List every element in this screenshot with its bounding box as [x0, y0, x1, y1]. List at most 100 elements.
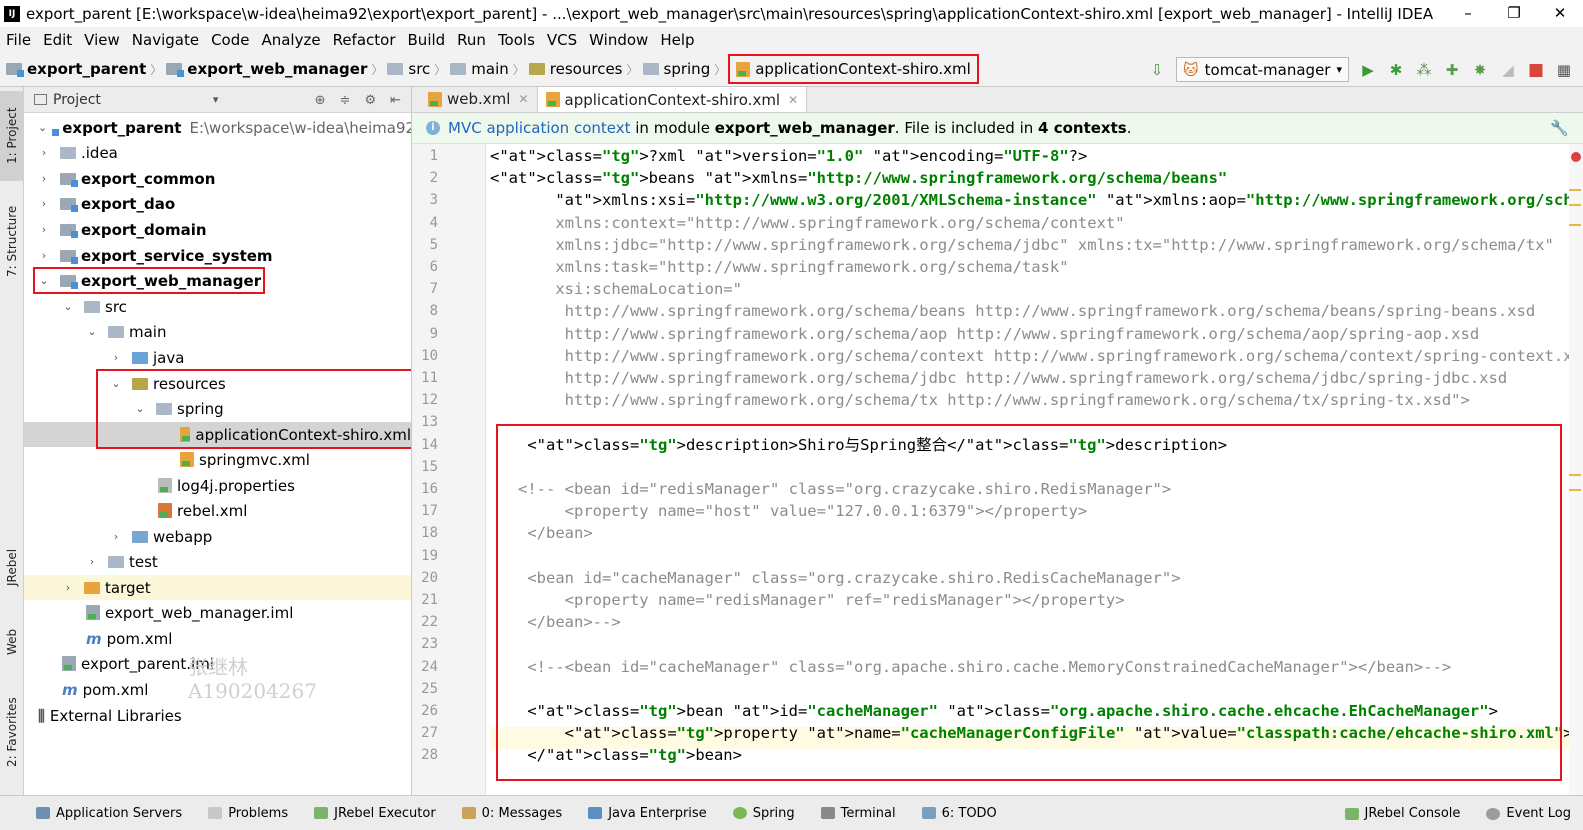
menu-analyze[interactable]: Analyze: [257, 31, 328, 49]
minimize-button[interactable]: –: [1445, 0, 1491, 27]
messages-tab[interactable]: 0: Messages: [461, 806, 562, 821]
tree-item[interactable]: export_web_manager.iml: [24, 600, 411, 625]
tree-item[interactable]: › .idea: [24, 140, 411, 165]
run-configuration-select[interactable]: 🐱 tomcat-manager ▾: [1176, 57, 1349, 82]
breadcrumb-resources[interactable]: resources 〉: [528, 60, 639, 78]
gear-icon[interactable]: ⚙: [364, 93, 376, 108]
source-folder-icon: [132, 351, 148, 364]
folder-icon: [108, 325, 124, 338]
jrebel-executor-tab[interactable]: JRebel Executor: [314, 806, 436, 821]
locate-file-icon[interactable]: ⊕: [315, 93, 326, 108]
menu-build[interactable]: Build: [404, 31, 454, 49]
module-folder-icon: [60, 172, 78, 187]
code-line: xsi:schemaLocation=": [490, 280, 742, 299]
tree-item[interactable]: log4j.properties: [24, 473, 411, 498]
breadcrumb-export-web-manager[interactable]: export_web_manager 〉: [166, 60, 383, 78]
close-icon[interactable]: ✕: [518, 92, 528, 106]
tree-item[interactable]: rebel.xml: [24, 498, 411, 523]
menu-run[interactable]: Run: [453, 31, 494, 49]
close-icon[interactable]: ✕: [788, 93, 798, 107]
line-number: 22: [421, 614, 438, 631]
tree-item[interactable]: springmvc.xml: [24, 447, 411, 472]
line-number: 9: [429, 325, 438, 342]
watermark-id: A190204267: [188, 679, 317, 703]
menu-file[interactable]: File: [2, 31, 39, 49]
breadcrumb-main[interactable]: main 〉: [450, 60, 525, 78]
code-line: xmlns:context="http://www.springframewor…: [490, 213, 1125, 232]
favorites-tool-tab[interactable]: 2: Favorites: [0, 687, 24, 777]
tree-item[interactable]: › export_common: [24, 166, 411, 191]
stop-icon[interactable]: ■: [1527, 60, 1545, 80]
menu-code[interactable]: Code: [207, 31, 257, 49]
error-stripe: [1569, 144, 1583, 795]
tree-item[interactable]: › target: [24, 575, 411, 600]
project-structure-icon[interactable]: ▦: [1555, 61, 1573, 79]
coverage-icon[interactable]: ⁂: [1415, 61, 1433, 79]
menu-view[interactable]: View: [80, 31, 128, 49]
close-button[interactable]: ✕: [1537, 0, 1583, 27]
iml-file-icon: [86, 605, 100, 620]
terminal-tab[interactable]: Terminal: [820, 806, 896, 821]
hide-panel-icon[interactable]: ⇤: [390, 93, 401, 108]
code-line: <"at">class="tg">?xml "at">version="1.0"…: [490, 147, 1088, 165]
tree-item-export-web-manager[interactable]: ⌄ export_web_manager: [33, 267, 265, 294]
xml-file-icon: [158, 503, 172, 518]
warning-icon: [208, 807, 223, 819]
run-icon[interactable]: ▶: [1359, 61, 1377, 79]
menu-navigate[interactable]: Navigate: [128, 31, 207, 49]
restore-button[interactable]: ❐: [1491, 0, 1537, 27]
line-number: 12: [421, 392, 438, 409]
tree-item[interactable]: › export_domain: [24, 217, 411, 242]
tree-item[interactable]: ⌄ export_parent E:\workspace\w-idea\heima9…: [24, 115, 411, 140]
jrebel-tool-tab[interactable]: JRebel: [0, 537, 24, 597]
breadcrumb-src[interactable]: src 〉: [387, 60, 446, 78]
tree-item[interactable]: ⌄ main: [24, 319, 411, 344]
jrebel-debug-icon[interactable]: ✸: [1471, 61, 1489, 79]
folder-icon: [642, 63, 659, 75]
tab-applicationcontext-shiro[interactable]: applicationContext-shiro.xml ✕: [536, 87, 808, 112]
project-panel-header: Project ▾ ⊕ ≑ ⚙ ⇤: [24, 87, 411, 113]
menu-window[interactable]: Window: [585, 31, 656, 49]
tree-item[interactable]: › export_service_system: [24, 243, 411, 268]
menu-refactor[interactable]: Refactor: [329, 31, 404, 49]
project-panel-title[interactable]: Project: [53, 92, 101, 108]
spring-tab[interactable]: Spring: [732, 806, 795, 821]
line-number: 25: [421, 680, 438, 697]
project-tool-tab[interactable]: 1: Project: [0, 91, 24, 181]
build-icon[interactable]: ⇩: [1148, 61, 1166, 79]
java-enterprise-tab[interactable]: Java Enterprise: [588, 806, 707, 821]
profile-icon[interactable]: ◢: [1499, 61, 1517, 79]
jrebel-run-icon[interactable]: ✚: [1443, 61, 1461, 79]
menu-vcs[interactable]: VCS: [543, 31, 585, 49]
debug-icon[interactable]: ✱: [1387, 61, 1405, 79]
tree-item[interactable]: › test: [24, 549, 411, 574]
tab-web-xml[interactable]: web.xml ✕: [420, 87, 537, 112]
structure-tool-tab[interactable]: 7: Structure: [0, 191, 24, 291]
left-tool-strip: 1: Project 7: Structure JRebel Web 2: Fa…: [0, 87, 24, 795]
jrebel-console-tab[interactable]: JRebel Console: [1344, 806, 1460, 821]
event-log-tab[interactable]: Event Log: [1486, 806, 1571, 821]
problems-tab[interactable]: Problems: [208, 806, 288, 821]
tree-item[interactable]: › webapp: [24, 524, 411, 549]
status-right: JRebel Console Event Log: [1344, 796, 1571, 830]
tree-item[interactable]: m pom.xml: [24, 626, 411, 651]
tree-item[interactable]: ⌄ src: [24, 294, 411, 319]
menu-help[interactable]: Help: [656, 31, 702, 49]
mvc-context-link[interactable]: MVC application context: [448, 119, 631, 137]
tree-item[interactable]: ⫼ External Libraries: [24, 703, 411, 728]
line-number: 20: [421, 569, 438, 586]
settings-icon[interactable]: 🔧: [1550, 119, 1569, 137]
tree-item[interactable]: › export_dao: [24, 191, 411, 216]
breadcrumb-spring[interactable]: spring 〉: [642, 60, 726, 78]
todo-tab[interactable]: 6: TODO: [921, 806, 997, 821]
breadcrumb-export-parent[interactable]: export_parent 〉: [6, 60, 162, 78]
application-servers-tab[interactable]: Application Servers: [36, 806, 182, 821]
web-tool-tab[interactable]: Web: [0, 617, 24, 667]
code-highlight-box: [496, 424, 1562, 781]
breadcrumb-applicationcontext-shiro[interactable]: applicationContext-shiro.xml: [728, 54, 979, 84]
tree-item[interactable]: › java: [24, 345, 411, 370]
menu-tools[interactable]: Tools: [494, 31, 543, 49]
chevron-down-icon[interactable]: ▾: [213, 93, 219, 106]
menu-edit[interactable]: Edit: [39, 31, 80, 49]
collapse-all-icon[interactable]: ≑: [340, 93, 351, 108]
